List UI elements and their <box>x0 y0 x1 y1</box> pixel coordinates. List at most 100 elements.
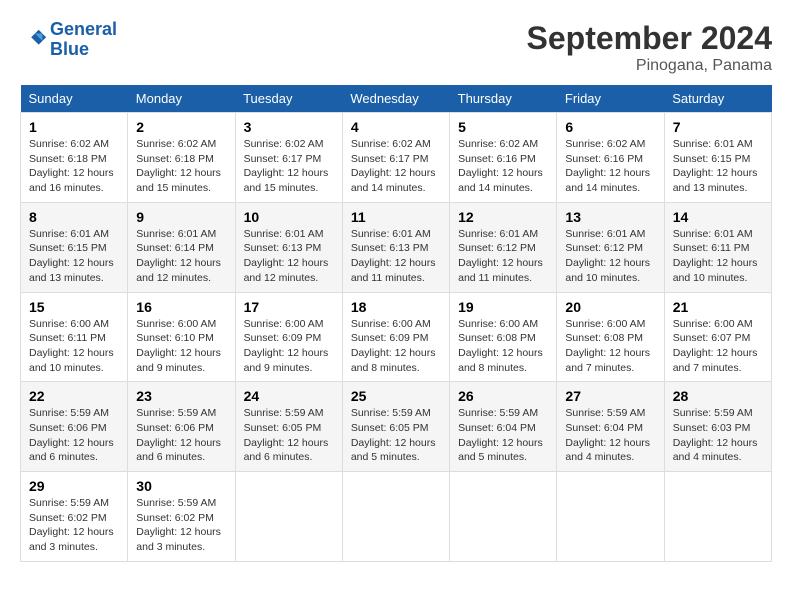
day-info: Sunrise: 6:02 AM Sunset: 6:17 PM Dayligh… <box>351 137 441 196</box>
day-info: Sunrise: 6:01 AM Sunset: 6:15 PM Dayligh… <box>29 227 119 286</box>
calendar-cell: 16 Sunrise: 6:00 AM Sunset: 6:10 PM Dayli… <box>128 292 235 382</box>
day-number: 9 <box>136 209 226 225</box>
day-info: Sunrise: 5:59 AM Sunset: 6:06 PM Dayligh… <box>136 406 226 465</box>
calendar-cell <box>664 472 771 562</box>
logo: General Blue <box>20 20 117 60</box>
day-number: 11 <box>351 209 441 225</box>
calendar-cell <box>342 472 449 562</box>
page-header: General Blue September 2024 Pinogana, Pa… <box>20 20 772 75</box>
day-info: Sunrise: 6:00 AM Sunset: 6:08 PM Dayligh… <box>565 317 655 376</box>
day-number: 14 <box>673 209 763 225</box>
day-info: Sunrise: 6:00 AM Sunset: 6:09 PM Dayligh… <box>351 317 441 376</box>
day-info: Sunrise: 6:02 AM Sunset: 6:18 PM Dayligh… <box>136 137 226 196</box>
calendar-cell: 2 Sunrise: 6:02 AM Sunset: 6:18 PM Daylig… <box>128 113 235 203</box>
day-number: 18 <box>351 299 441 315</box>
calendar-header-row: Sunday Monday Tuesday Wednesday Thursday… <box>21 85 772 113</box>
day-number: 21 <box>673 299 763 315</box>
col-saturday: Saturday <box>664 85 771 113</box>
calendar-cell: 24 Sunrise: 5:59 AM Sunset: 6:05 PM Dayli… <box>235 382 342 472</box>
calendar-table: Sunday Monday Tuesday Wednesday Thursday… <box>20 85 772 562</box>
day-number: 13 <box>565 209 655 225</box>
day-number: 5 <box>458 119 548 135</box>
day-info: Sunrise: 6:00 AM Sunset: 6:11 PM Dayligh… <box>29 317 119 376</box>
calendar-cell: 29 Sunrise: 5:59 AM Sunset: 6:02 PM Dayli… <box>21 472 128 562</box>
day-info: Sunrise: 6:01 AM Sunset: 6:14 PM Dayligh… <box>136 227 226 286</box>
col-monday: Monday <box>128 85 235 113</box>
col-friday: Friday <box>557 85 664 113</box>
day-info: Sunrise: 6:00 AM Sunset: 6:09 PM Dayligh… <box>244 317 334 376</box>
calendar-cell: 11 Sunrise: 6:01 AM Sunset: 6:13 PM Dayli… <box>342 202 449 292</box>
calendar-week-2: 8 Sunrise: 6:01 AM Sunset: 6:15 PM Daylig… <box>21 202 772 292</box>
day-number: 3 <box>244 119 334 135</box>
calendar-week-1: 1 Sunrise: 6:02 AM Sunset: 6:18 PM Daylig… <box>21 113 772 203</box>
calendar-week-5: 29 Sunrise: 5:59 AM Sunset: 6:02 PM Dayli… <box>21 472 772 562</box>
day-info: Sunrise: 5:59 AM Sunset: 6:04 PM Dayligh… <box>458 406 548 465</box>
day-info: Sunrise: 5:59 AM Sunset: 6:05 PM Dayligh… <box>351 406 441 465</box>
location: Pinogana, Panama <box>527 57 772 75</box>
day-info: Sunrise: 6:02 AM Sunset: 6:17 PM Dayligh… <box>244 137 334 196</box>
day-number: 19 <box>458 299 548 315</box>
day-number: 1 <box>29 119 119 135</box>
col-sunday: Sunday <box>21 85 128 113</box>
calendar-cell: 21 Sunrise: 6:00 AM Sunset: 6:07 PM Dayli… <box>664 292 771 382</box>
calendar-cell: 12 Sunrise: 6:01 AM Sunset: 6:12 PM Dayli… <box>450 202 557 292</box>
calendar-cell: 19 Sunrise: 6:00 AM Sunset: 6:08 PM Dayli… <box>450 292 557 382</box>
day-number: 24 <box>244 388 334 404</box>
day-info: Sunrise: 6:00 AM Sunset: 6:10 PM Dayligh… <box>136 317 226 376</box>
day-number: 25 <box>351 388 441 404</box>
calendar-cell: 5Sunrise: 6:02 AM Sunset: 6:16 PM Daylig… <box>450 113 557 203</box>
day-number: 29 <box>29 478 119 494</box>
day-info: Sunrise: 6:00 AM Sunset: 6:08 PM Dayligh… <box>458 317 548 376</box>
calendar-cell: 8 Sunrise: 6:01 AM Sunset: 6:15 PM Daylig… <box>21 202 128 292</box>
day-number: 26 <box>458 388 548 404</box>
calendar-cell: 17 Sunrise: 6:00 AM Sunset: 6:09 PM Dayli… <box>235 292 342 382</box>
day-number: 10 <box>244 209 334 225</box>
day-number: 16 <box>136 299 226 315</box>
day-number: 6 <box>565 119 655 135</box>
calendar-cell <box>450 472 557 562</box>
day-info: Sunrise: 6:00 AM Sunset: 6:07 PM Dayligh… <box>673 317 763 376</box>
day-info: Sunrise: 6:01 AM Sunset: 6:12 PM Dayligh… <box>565 227 655 286</box>
day-info: Sunrise: 6:01 AM Sunset: 6:15 PM Dayligh… <box>673 137 763 196</box>
day-info: Sunrise: 5:59 AM Sunset: 6:02 PM Dayligh… <box>136 496 226 555</box>
calendar-cell: 10Sunrise: 6:01 AM Sunset: 6:13 PM Dayli… <box>235 202 342 292</box>
day-number: 20 <box>565 299 655 315</box>
calendar-week-4: 22Sunrise: 5:59 AM Sunset: 6:06 PM Dayli… <box>21 382 772 472</box>
day-info: Sunrise: 5:59 AM Sunset: 6:05 PM Dayligh… <box>244 406 334 465</box>
calendar-cell: 6Sunrise: 6:02 AM Sunset: 6:16 PM Daylig… <box>557 113 664 203</box>
calendar-cell: 23Sunrise: 5:59 AM Sunset: 6:06 PM Dayli… <box>128 382 235 472</box>
calendar-cell: 27 Sunrise: 5:59 AM Sunset: 6:04 PM Dayli… <box>557 382 664 472</box>
day-number: 27 <box>565 388 655 404</box>
day-info: Sunrise: 5:59 AM Sunset: 6:03 PM Dayligh… <box>673 406 763 465</box>
day-info: Sunrise: 5:59 AM Sunset: 6:02 PM Dayligh… <box>29 496 119 555</box>
calendar-cell: 26 Sunrise: 5:59 AM Sunset: 6:04 PM Dayli… <box>450 382 557 472</box>
day-info: Sunrise: 5:59 AM Sunset: 6:04 PM Dayligh… <box>565 406 655 465</box>
calendar-cell: 15Sunrise: 6:00 AM Sunset: 6:11 PM Dayli… <box>21 292 128 382</box>
day-number: 12 <box>458 209 548 225</box>
calendar-cell: 25 Sunrise: 5:59 AM Sunset: 6:05 PM Dayli… <box>342 382 449 472</box>
day-number: 2 <box>136 119 226 135</box>
col-wednesday: Wednesday <box>342 85 449 113</box>
general-blue-logo-icon <box>20 26 48 54</box>
day-number: 8 <box>29 209 119 225</box>
month-title: September 2024 <box>527 20 772 57</box>
calendar-cell <box>235 472 342 562</box>
calendar-cell: 9 Sunrise: 6:01 AM Sunset: 6:14 PM Daylig… <box>128 202 235 292</box>
calendar-cell <box>557 472 664 562</box>
calendar-cell: 18 Sunrise: 6:00 AM Sunset: 6:09 PM Dayli… <box>342 292 449 382</box>
col-thursday: Thursday <box>450 85 557 113</box>
calendar-week-3: 15Sunrise: 6:00 AM Sunset: 6:11 PM Dayli… <box>21 292 772 382</box>
day-number: 28 <box>673 388 763 404</box>
day-info: Sunrise: 6:02 AM Sunset: 6:18 PM Dayligh… <box>29 137 119 196</box>
calendar-cell: 3 Sunrise: 6:02 AM Sunset: 6:17 PM Daylig… <box>235 113 342 203</box>
day-number: 4 <box>351 119 441 135</box>
day-number: 17 <box>244 299 334 315</box>
title-block: September 2024 Pinogana, Panama <box>527 20 772 75</box>
calendar-cell: 28 Sunrise: 5:59 AM Sunset: 6:03 PM Dayli… <box>664 382 771 472</box>
calendar-cell: 1 Sunrise: 6:02 AM Sunset: 6:18 PM Daylig… <box>21 113 128 203</box>
calendar-cell: 22Sunrise: 5:59 AM Sunset: 6:06 PM Dayli… <box>21 382 128 472</box>
calendar-cell: 30Sunrise: 5:59 AM Sunset: 6:02 PM Dayli… <box>128 472 235 562</box>
day-info: Sunrise: 6:01 AM Sunset: 6:12 PM Dayligh… <box>458 227 548 286</box>
day-info: Sunrise: 6:01 AM Sunset: 6:13 PM Dayligh… <box>351 227 441 286</box>
calendar-cell: 14Sunrise: 6:01 AM Sunset: 6:11 PM Dayli… <box>664 202 771 292</box>
